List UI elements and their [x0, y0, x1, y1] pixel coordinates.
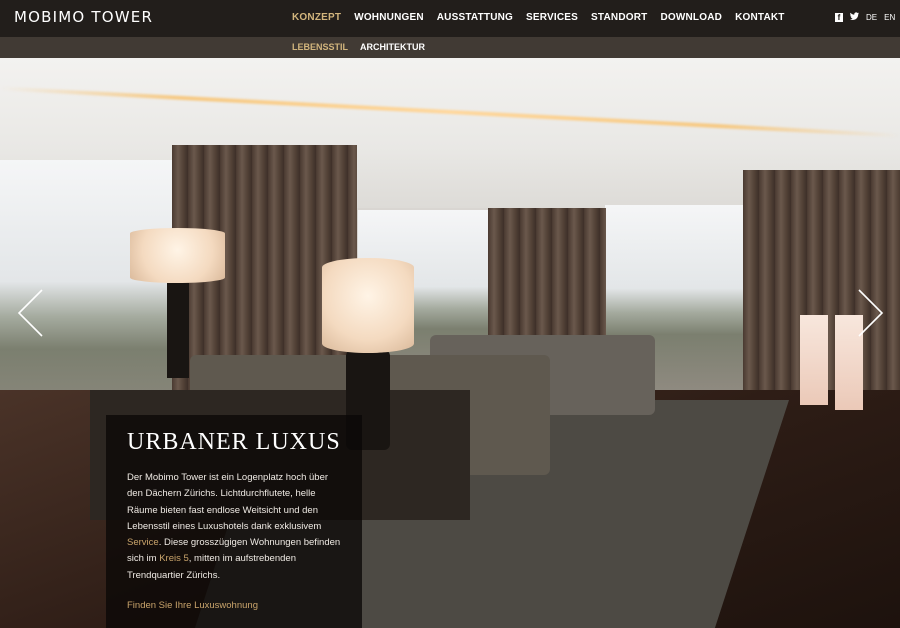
social-and-language: f DE EN [835, 12, 895, 22]
main-nav: KONZEPT WOHNUNGEN AUSSTATTUNG SERVICES S… [292, 12, 798, 23]
hero-title: URBANER LUXUS [127, 429, 341, 455]
subnav-item-lebensstil[interactable]: LEBENSSTIL [292, 42, 348, 52]
find-apartment-link[interactable]: Finden Sie Ihre Luxuswohnung [127, 600, 258, 611]
carousel-prev-button[interactable] [16, 288, 46, 338]
subnav-item-architektur[interactable]: ARCHITEKTUR [360, 42, 425, 52]
nav-item-wohnungen[interactable]: WOHNUNGEN [354, 12, 424, 23]
floor-lamp-1 [800, 315, 828, 405]
language-en[interactable]: EN [884, 13, 895, 22]
sub-nav: LEBENSSTIL ARCHITEKTUR [292, 42, 437, 52]
carousel-next-button[interactable] [855, 288, 885, 338]
twitter-icon[interactable] [850, 12, 859, 22]
nav-item-services[interactable]: SERVICES [526, 12, 578, 23]
nav-item-download[interactable]: DOWNLOAD [660, 12, 722, 23]
kreis-5-link[interactable]: Kreis 5 [159, 553, 189, 564]
lamp-shade-center [322, 258, 414, 353]
hero-text-panel: URBANER LUXUS Der Mobimo Tower ist ein L… [106, 415, 362, 628]
language-de[interactable]: DE [866, 13, 877, 22]
service-link[interactable]: Service [127, 537, 159, 548]
nav-item-kontakt[interactable]: KONTAKT [735, 12, 785, 23]
sub-navigation-bar: LEBENSSTIL ARCHITEKTUR [0, 37, 900, 58]
hero-description: Der Mobimo Tower ist ein Logenplatz hoch… [127, 470, 345, 584]
chevron-left-icon [17, 289, 43, 337]
nav-item-standort[interactable]: STANDORT [591, 12, 647, 23]
site-logo[interactable]: MOBIMO TOWER [14, 8, 153, 26]
facebook-icon[interactable]: f [835, 12, 843, 22]
nav-item-konzept[interactable]: KONZEPT [292, 12, 341, 23]
nav-item-ausstattung[interactable]: AUSSTATTUNG [437, 12, 513, 23]
hero-text-part-1: Der Mobimo Tower ist ein Logenplatz hoch… [127, 472, 329, 532]
curtain-center [488, 208, 606, 343]
lamp-shade-left [130, 228, 225, 283]
lamp-base-left [167, 283, 189, 378]
top-navigation-bar: MOBIMO TOWER KONZEPT WOHNUNGEN AUSSTATTU… [0, 0, 900, 37]
chevron-right-icon [858, 289, 884, 337]
